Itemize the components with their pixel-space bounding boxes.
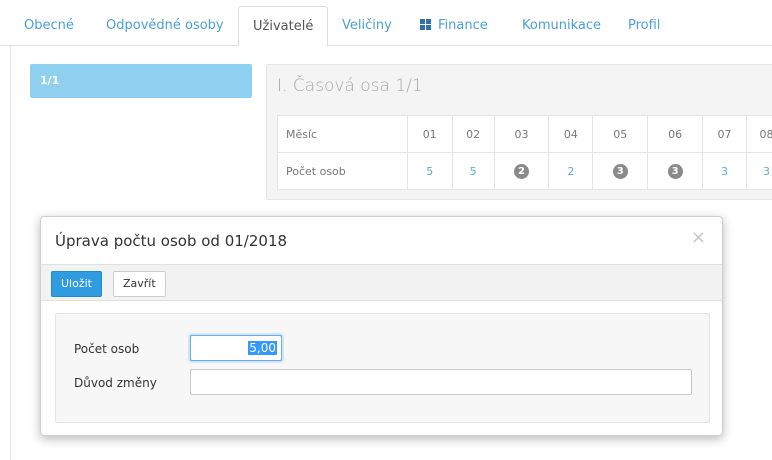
count-cell[interactable]: 3 <box>647 152 704 190</box>
count-value: 5 <box>426 164 434 178</box>
month-row: Měsíc 01 02 03 04 05 06 07 08 <box>277 115 772 153</box>
month-cell: 01 <box>406 115 453 153</box>
tab-bar: Obecné Odpovědné osoby Uživatelé Veličin… <box>0 0 772 47</box>
count-cell[interactable]: 5 <box>451 152 495 190</box>
close-button[interactable]: Zavřít <box>113 271 166 297</box>
month-cell: 02 <box>451 115 495 153</box>
tab-obecne[interactable]: Obecné <box>24 6 74 46</box>
month-cell: 06 <box>647 115 704 153</box>
count-cell[interactable]: 3 <box>746 152 772 190</box>
page-frame-border <box>10 46 11 460</box>
month-cell: 05 <box>592 115 649 153</box>
count-value: 5 <box>469 164 477 178</box>
count-row: Počet osob 5 5 2 2 3 3 3 3 <box>277 152 772 190</box>
month-row-label: Měsíc <box>277 115 408 153</box>
count-value: 3 <box>763 164 770 178</box>
timeline-title: I. Časová osa 1/1 <box>277 76 423 96</box>
count-field-label: Počet osob <box>74 342 140 356</box>
month-cell: 04 <box>548 115 594 153</box>
count-badge: 2 <box>514 163 529 179</box>
timeline-panel: I. Časová osa 1/1 Měsíc 01 02 03 04 05 0… <box>266 64 772 200</box>
count-row-label: Počet osob <box>277 152 408 190</box>
count-cell[interactable]: 5 <box>406 152 453 190</box>
edit-count-dialog: Úprava počtu osob od 01/2018 × Uložit Za… <box>40 216 723 436</box>
dialog-toolbar: Uložit Zavřít <box>41 264 722 301</box>
save-button[interactable]: Uložit <box>51 271 102 297</box>
month-cell: 07 <box>702 115 747 153</box>
close-icon[interactable]: × <box>691 229 706 247</box>
tab-veliciny[interactable]: Veličiny <box>342 6 392 46</box>
reason-field-label: Důvod změny <box>74 376 157 390</box>
grid-icon <box>420 19 431 30</box>
tab-profil[interactable]: Profil <box>628 6 660 46</box>
count-cell[interactable]: 2 <box>493 152 550 190</box>
count-value: 2 <box>567 164 575 178</box>
tab-finance-label: Finance <box>438 18 488 33</box>
count-input-value: 5,00 <box>248 341 277 355</box>
reason-input[interactable] <box>190 369 692 395</box>
page-indicator[interactable]: 1/1 <box>30 64 252 98</box>
count-cell[interactable]: 3 <box>592 152 649 190</box>
month-cell: 03 <box>493 115 550 153</box>
tab-komunikace[interactable]: Komunikace <box>522 6 601 46</box>
dialog-form: Počet osob 5,00 Důvod změny <box>55 313 710 423</box>
tab-uzivatele[interactable]: Uživatelé <box>238 6 329 47</box>
count-cell[interactable]: 3 <box>702 152 747 190</box>
tab-finance[interactable]: Finance <box>420 6 488 46</box>
tab-odpovedne-osoby[interactable]: Odpovědné osoby <box>106 6 224 46</box>
count-cell[interactable]: 2 <box>548 152 594 190</box>
count-input[interactable]: 5,00 <box>190 335 282 361</box>
dialog-title: Úprava počtu osob od 01/2018 <box>55 232 288 250</box>
count-badge: 3 <box>612 163 628 179</box>
month-cell: 08 <box>746 115 772 153</box>
timeline-table: Měsíc 01 02 03 04 05 06 07 08 Počet osob… <box>277 115 772 190</box>
count-value: 3 <box>721 164 729 178</box>
count-badge: 3 <box>667 163 683 179</box>
